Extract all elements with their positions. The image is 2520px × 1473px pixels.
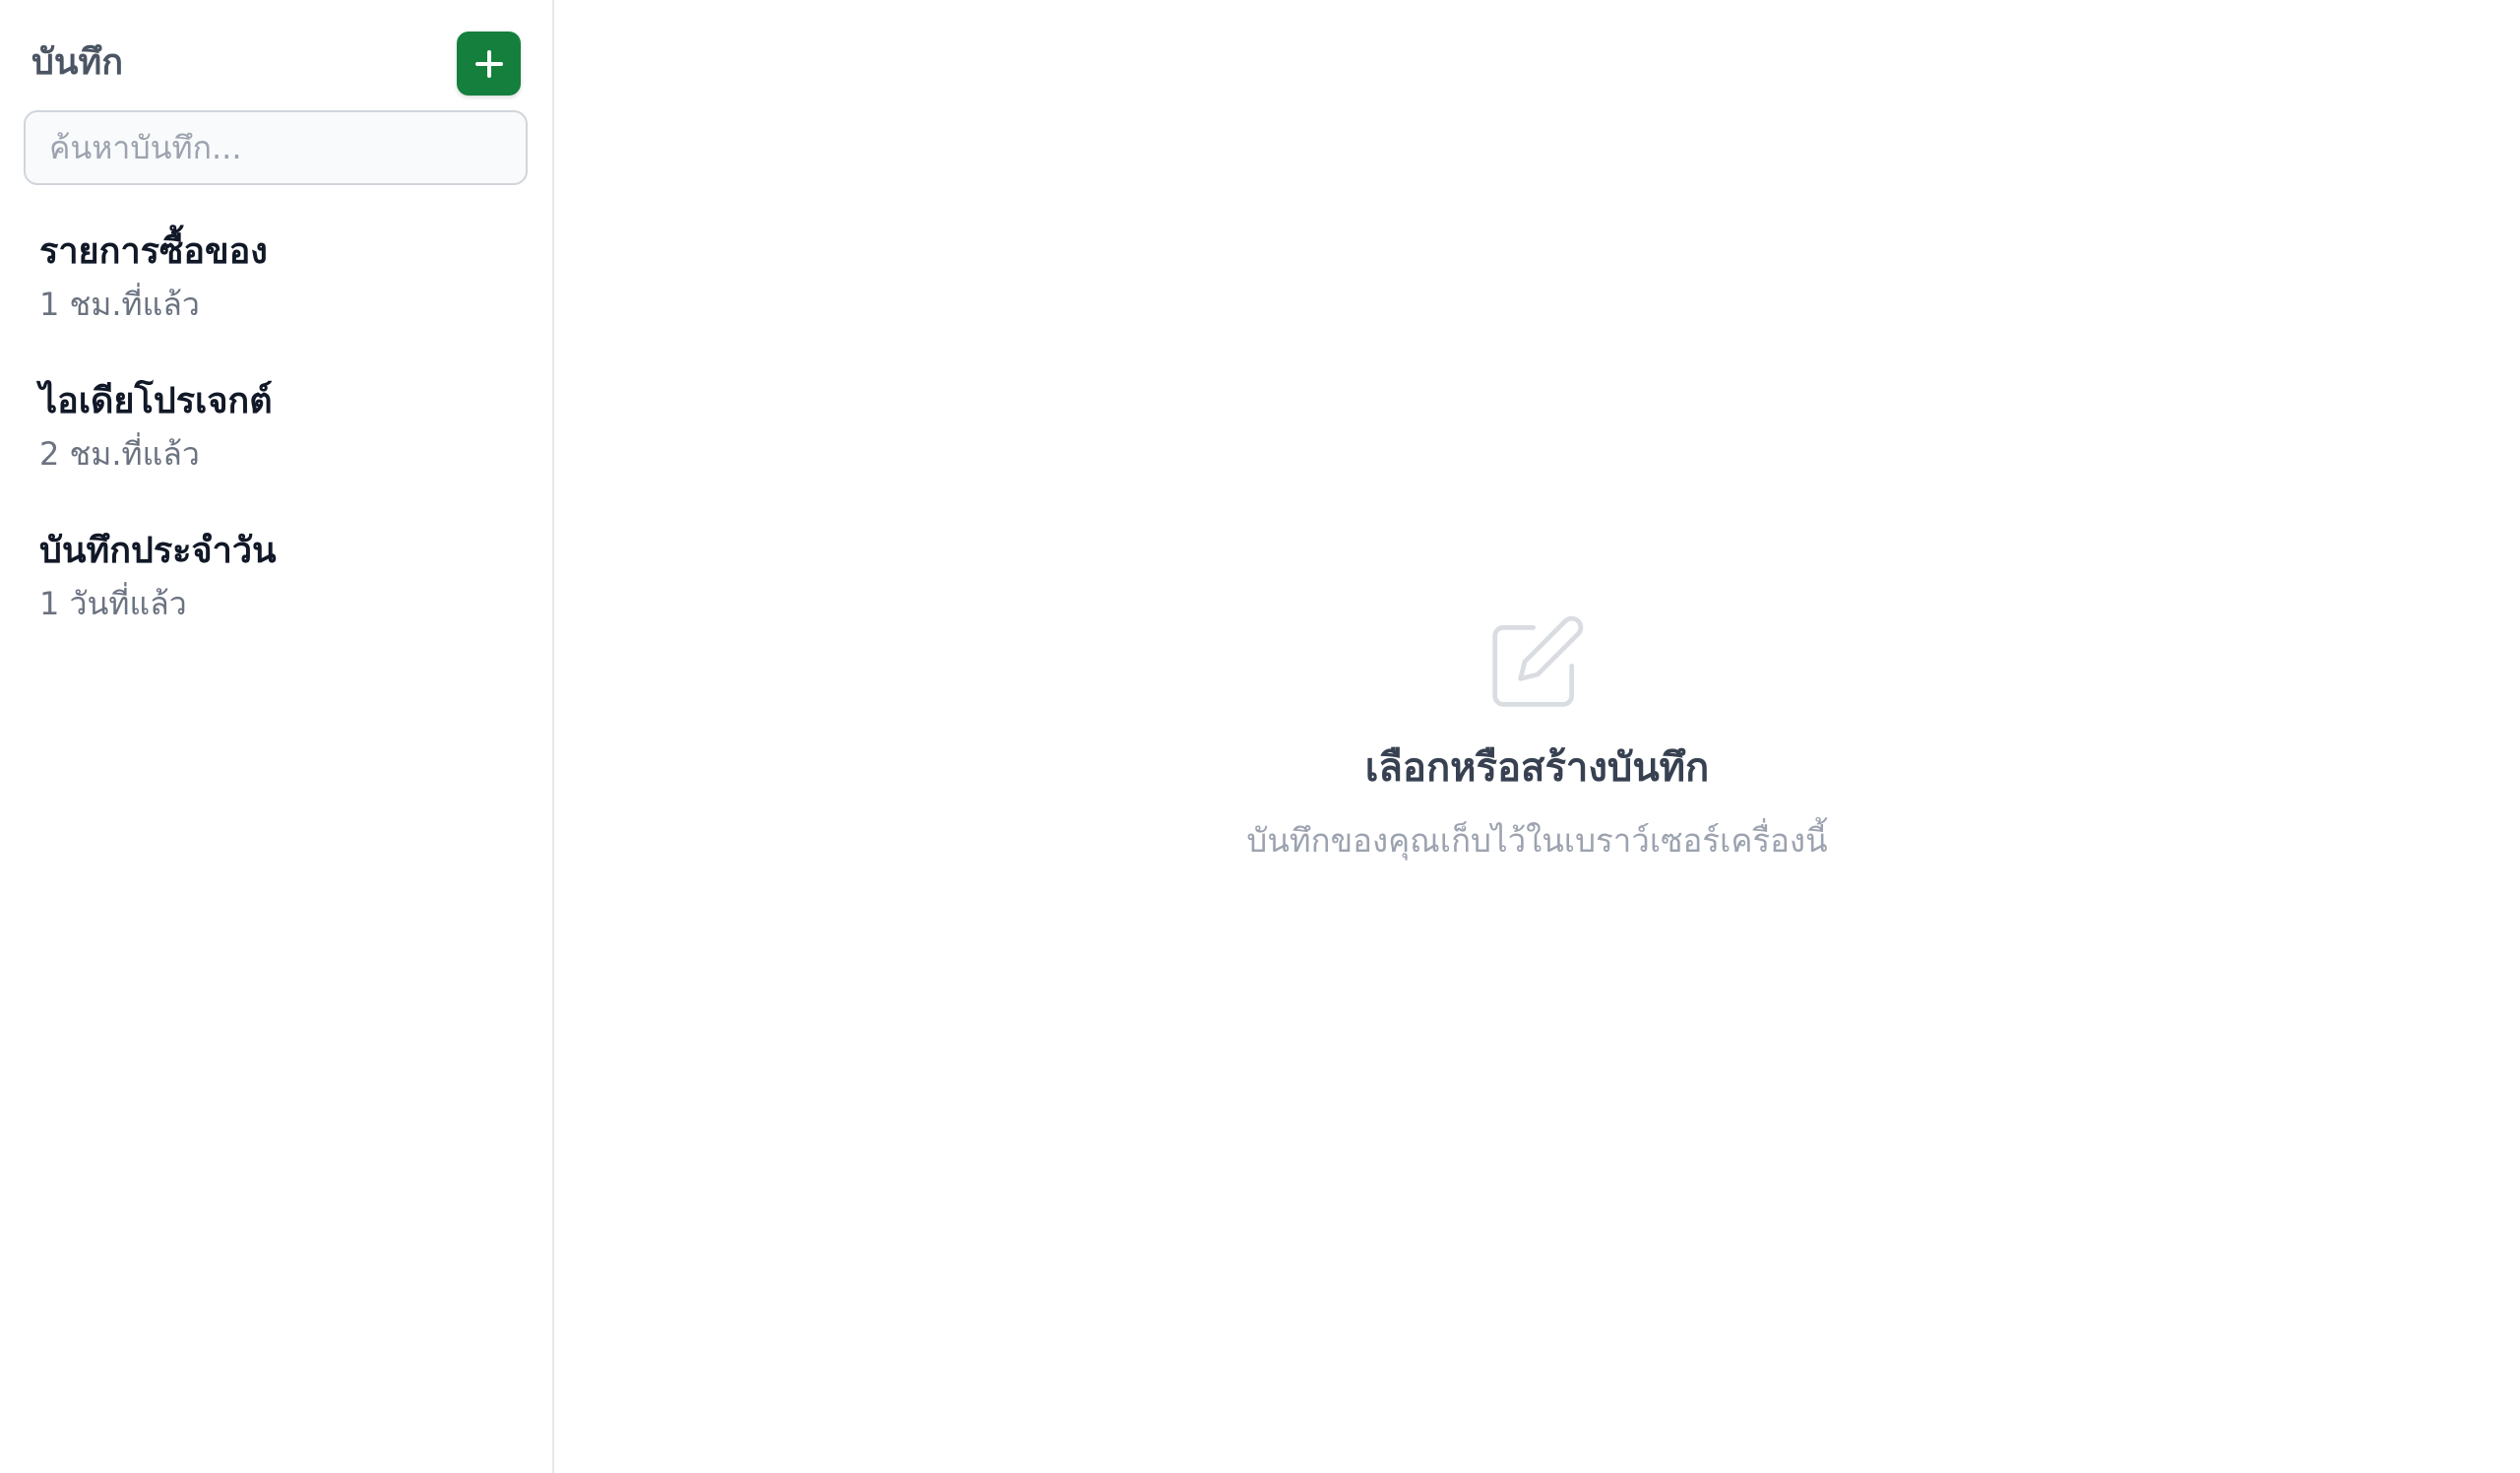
note-item[interactable]: บันทึกประจำวัน 1 วันที่แล้ว <box>39 526 512 675</box>
note-title: รายการซื้อของ <box>39 231 268 272</box>
sidebar-header: บันทึก <box>32 32 524 96</box>
note-timestamp: 1 วันที่แล้ว <box>39 585 187 622</box>
notes-app: บันทึก รายการซื้อของ 1 ชม.ที่แล้ว ไอเดีย… <box>0 0 2520 1473</box>
search-input[interactable] <box>24 110 528 185</box>
main-panel: เลือกหรือสร้างบันทึก บันทึกของคุณเก็บไว้… <box>554 0 2520 1473</box>
sidebar: บันทึก รายการซื้อของ 1 ชม.ที่แล้ว ไอเดีย… <box>0 0 554 1473</box>
plus-icon <box>474 49 503 78</box>
add-note-button[interactable] <box>457 32 521 96</box>
note-timestamp: 1 ชม.ที่แล้ว <box>39 286 200 323</box>
empty-state: เลือกหรือสร้างบันทึก บันทึกของคุณเก็บไว้… <box>554 610 2520 865</box>
note-title: บันทึกประจำวัน <box>39 531 277 571</box>
empty-state-subtitle: บันทึกของคุณเก็บไว้ในเบราว์เซอร์เครื่องน… <box>1246 821 1828 860</box>
note-list: รายการซื้อของ 1 ชม.ที่แล้ว ไอเดียโปรเจกต… <box>39 226 512 675</box>
note-item[interactable]: รายการซื้อของ 1 ชม.ที่แล้ว <box>39 226 512 376</box>
empty-state-title: เลือกหรือสร้างบันทึก <box>1364 745 1710 791</box>
note-title: ไอเดียโปรเจกต์ <box>39 381 273 421</box>
note-item[interactable]: ไอเดียโปรเจกต์ 2 ชม.ที่แล้ว <box>39 376 512 526</box>
edit-note-icon <box>1491 615 1583 707</box>
note-timestamp: 2 ชม.ที่แล้ว <box>39 435 200 473</box>
sidebar-title: บันทึก <box>32 42 123 83</box>
